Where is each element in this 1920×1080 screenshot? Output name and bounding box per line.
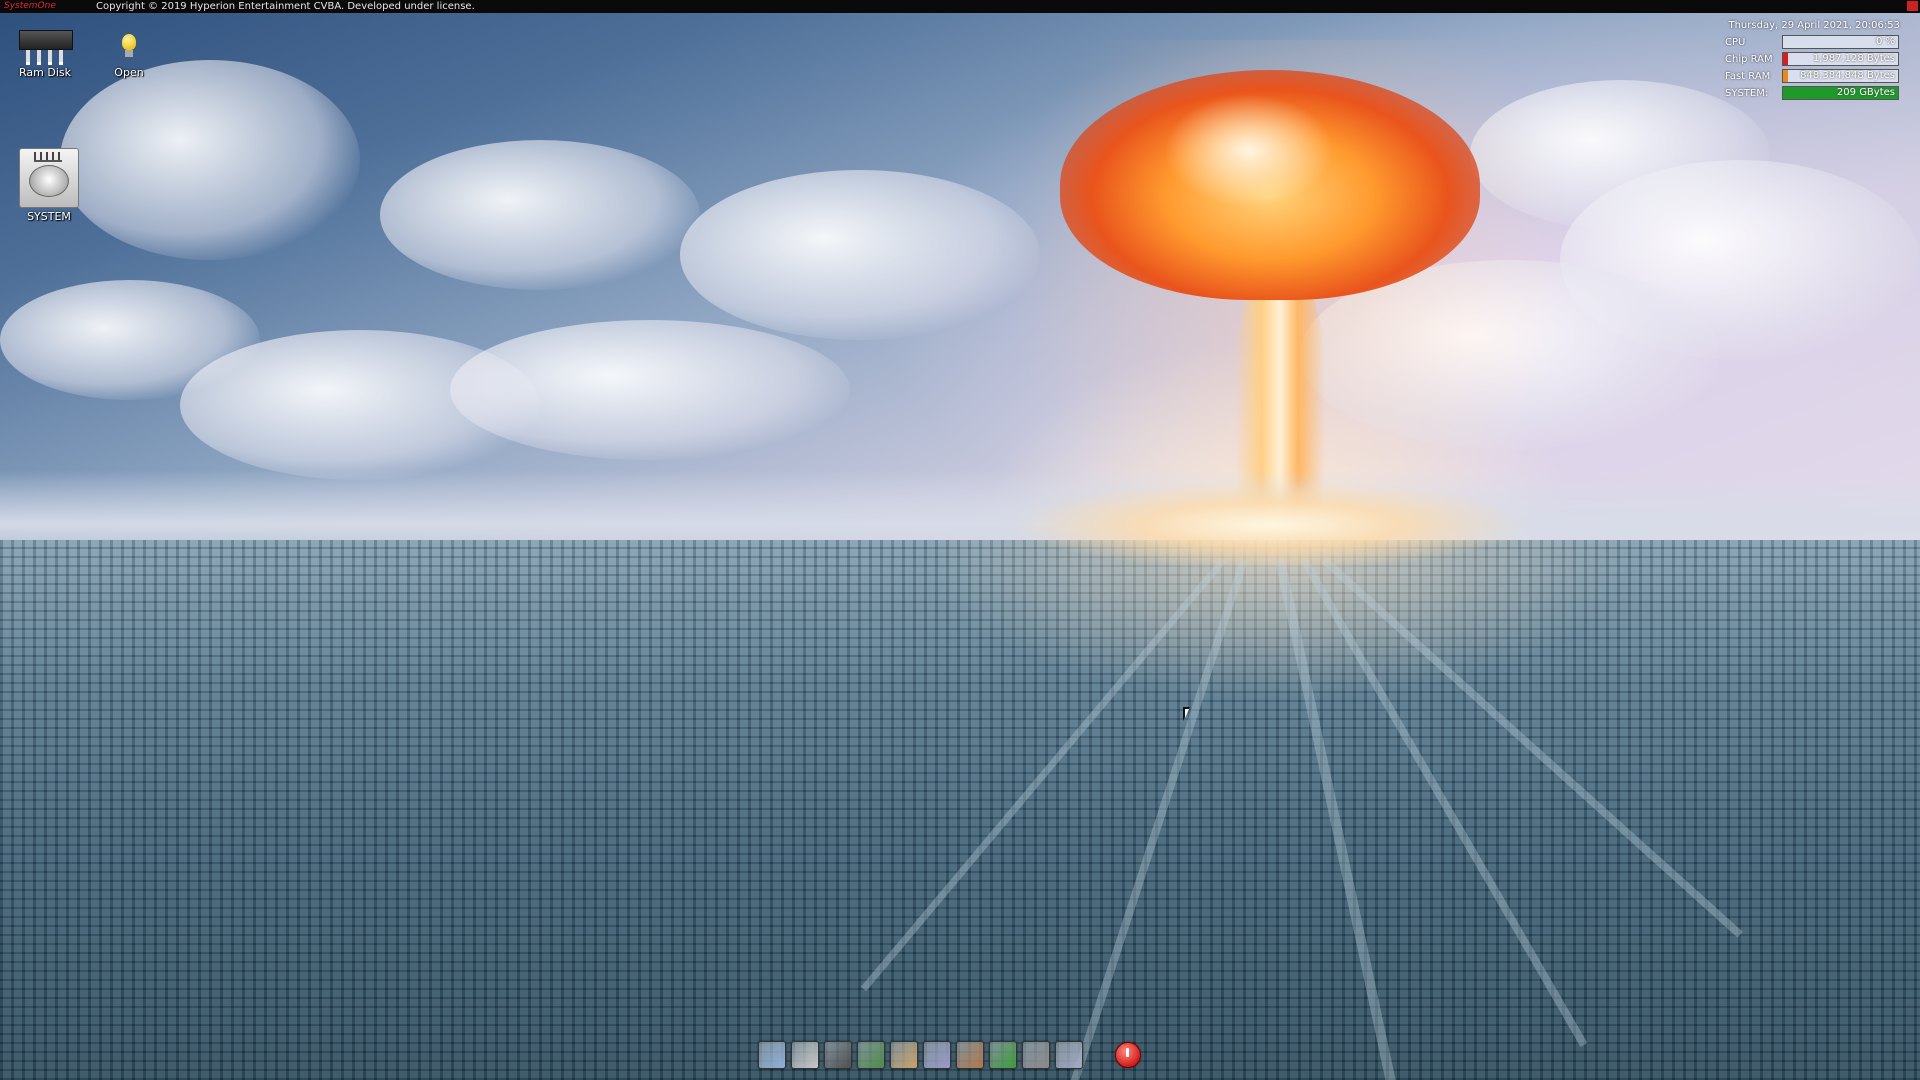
hard-drive-icon: [19, 148, 79, 208]
monitor-bar: 0 %: [1782, 35, 1899, 49]
monitor-value: 1,987,128 Bytes: [1812, 53, 1895, 64]
desktop-icon-label: SYSTEM: [27, 210, 71, 223]
ram-disk-icon: [17, 24, 73, 65]
system-monitor: Thursday, 29 April 2021, 20:06:53 CPU 0 …: [1718, 19, 1902, 100]
wallpaper-cloud: [450, 320, 850, 460]
dock: [758, 1040, 1141, 1070]
monitor-value: 848,384,848 Bytes: [1800, 70, 1895, 81]
desktop-icon-label: Ram Disk: [19, 66, 71, 79]
mouse-pointer-icon: [1183, 707, 1190, 721]
screen-depth-gadget[interactable]: [1907, 1, 1918, 11]
dock-item-list-window[interactable]: [791, 1041, 819, 1069]
dock-item-color-picker[interactable]: [923, 1041, 951, 1069]
monitor-row-cpu: CPU 0 %: [1725, 35, 1899, 49]
monitor-bar: 209 GBytes: [1782, 86, 1899, 100]
monitor-value: 209 GBytes: [1836, 87, 1895, 98]
dock-item-window[interactable]: [758, 1041, 786, 1069]
dock-item-monitor[interactable]: [824, 1041, 852, 1069]
dock-item-paint[interactable]: [890, 1041, 918, 1069]
monitor-row-fast-ram: Fast RAM 848,384,848 Bytes: [1725, 69, 1899, 83]
dock-separator: [1088, 1042, 1110, 1068]
dock-item-spreadsheet[interactable]: [989, 1041, 1017, 1069]
copyright-text: Copyright © 2019 Hyperion Entertainment …: [96, 1, 475, 12]
dock-item-tools[interactable]: [956, 1041, 984, 1069]
light-bulb-icon: [119, 34, 139, 64]
dock-item-notepad[interactable]: [857, 1041, 885, 1069]
monitor-bar-fill: [1783, 53, 1788, 65]
dock-item-document[interactable]: [1055, 1041, 1083, 1069]
screen-title-bar[interactable]: SystemOne Copyright © 2019 Hyperion Ente…: [0, 0, 1920, 13]
desktop-icon-label: Open: [114, 66, 144, 79]
desktop[interactable]: SystemOne Copyright © 2019 Hyperion Ente…: [0, 0, 1920, 1080]
clock-datetime: Thursday, 29 April 2021, 20:06:53: [1728, 20, 1900, 31]
dock-item-shutdown[interactable]: [1115, 1042, 1141, 1068]
desktop-icon-system[interactable]: SYSTEM: [18, 148, 80, 223]
wallpaper-cloud: [60, 60, 360, 260]
wallpaper-city: [0, 540, 1920, 1080]
desktop-icon-open[interactable]: Open: [106, 34, 152, 79]
monitor-row-chip-ram: Chip RAM 1,987,128 Bytes: [1725, 52, 1899, 66]
explosion-cloud: [1060, 70, 1480, 300]
monitor-bar: 848,384,848 Bytes: [1782, 69, 1899, 83]
explosion-base: [1010, 480, 1530, 570]
monitor-label: Fast RAM: [1725, 70, 1771, 82]
monitor-label: Chip RAM: [1725, 53, 1773, 65]
monitor-bar-fill: [1783, 70, 1788, 82]
monitor-label: CPU: [1725, 36, 1746, 48]
system-brand: SystemOne: [4, 1, 56, 11]
monitor-label: SYSTEM:: [1725, 87, 1769, 99]
monitor-value: 0 %: [1875, 36, 1895, 47]
monitor-row-system: SYSTEM: 209 GBytes: [1725, 86, 1899, 100]
desktop-icon-ram-disk[interactable]: Ram Disk: [14, 24, 76, 79]
wallpaper-cloud: [380, 140, 700, 290]
dock-item-drive[interactable]: [1022, 1041, 1050, 1069]
monitor-bar: 1,987,128 Bytes: [1782, 52, 1899, 66]
